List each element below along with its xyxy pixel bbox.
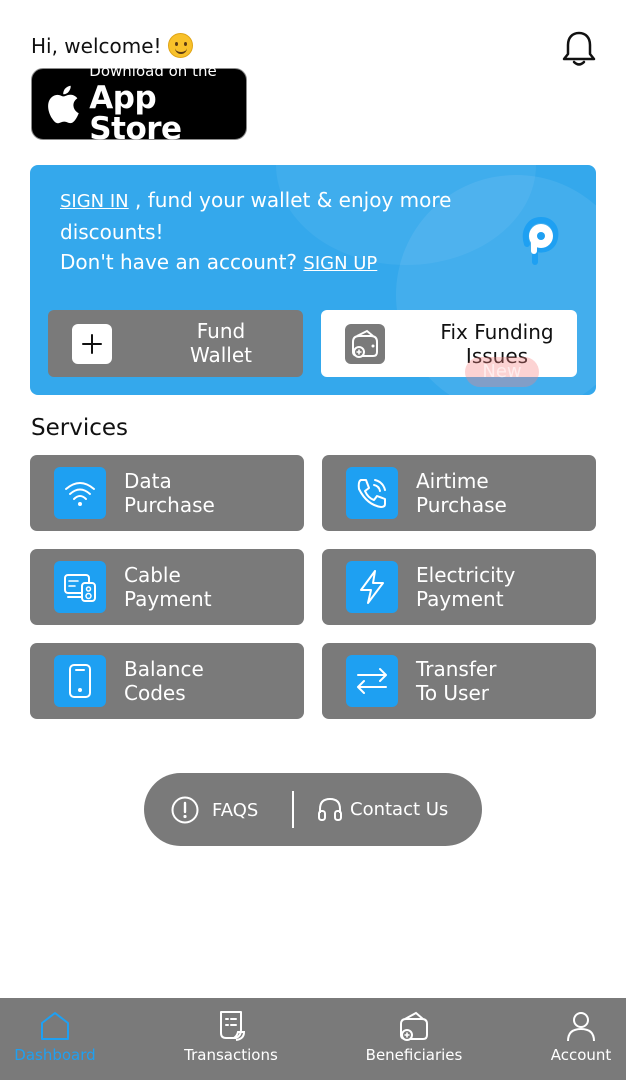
electricity-payment-label: Electricity Payment [416,563,515,611]
transfer-to-user-label: Transfer To User [416,657,496,705]
label-line-1: Transfer [416,657,497,681]
smiling-face-icon [167,33,193,58]
label-line-2: Codes [124,681,186,705]
cable-tv-icon [54,561,106,613]
receipt-icon [220,1011,246,1041]
label-line-1: Electricity [416,563,516,587]
phone-icon [346,467,398,519]
faqs-label: FAQS [212,799,259,821]
info-circle-icon [171,796,199,824]
apple-logo-icon [48,85,79,124]
app-store-big-text: App Store [89,79,182,147]
balance-codes-button[interactable]: Balance Codes [30,643,304,719]
label-line-1: Airtime [416,469,489,493]
cable-payment-button[interactable]: Cable Payment [30,549,304,625]
headphones-icon [318,797,342,821]
user-icon [567,1012,595,1042]
home-icon [41,1012,69,1040]
nav-account[interactable]: Account [544,1008,618,1064]
transfer-icon [346,655,398,707]
label-line-1: Cable [124,563,181,587]
wifi-icon [54,467,106,519]
airtime-purchase-label: Airtime Purchase [416,469,507,517]
label-line-2: Purchase [416,493,507,517]
label-line-1: Data [124,469,172,493]
banner-message: SIGN IN , fund your wallet & enjoy more … [60,185,500,279]
label-line-2: To User [416,681,489,705]
label-line-2: Purchase [124,493,215,517]
transfer-to-user-button[interactable]: Transfer To User [322,643,596,719]
bottom-nav: Dashboard Transactions Beneficiaries Acc… [0,998,626,1080]
services-title: Services [31,415,128,441]
wallet-fix-icon [345,324,385,364]
new-badge: New [465,357,539,387]
help-bar: FAQS Contact Us [144,773,482,846]
contact-us-button[interactable]: Contact Us [316,795,448,823]
airtime-purchase-button[interactable]: Airtime Purchase [322,455,596,531]
fix-funding-button[interactable]: Fix Funding Issues [321,310,577,377]
app-store-badge[interactable]: Download on the App Store [31,63,247,144]
nav-account-label: Account [550,1046,612,1064]
nav-dashboard-label: Dashboard [14,1046,96,1064]
app-store-small-text: Download on the [89,61,217,80]
greeting-text: Hi, welcome! [31,33,162,58]
greeting: Hi, welcome! [31,33,193,58]
fund-wallet-button[interactable]: Fund Wallet [48,310,303,377]
label-line-2: Payment [416,587,504,611]
header: Hi, welcome! Download on the App Store [31,30,596,144]
faqs-button[interactable]: FAQS [170,795,258,825]
nav-transactions[interactable]: Transactions [176,1008,286,1064]
lightning-icon [346,561,398,613]
cable-payment-label: Cable Payment [124,563,212,611]
fund-wallet-label: Fund Wallet [189,319,252,367]
contact-us-label: Contact Us [350,798,449,820]
no-account-text: Don't have an account? [60,250,304,274]
help-divider [292,791,294,828]
sign-in-link[interactable]: SIGN IN [60,191,129,212]
data-purchase-button[interactable]: Data Purchase [30,455,304,531]
nav-dashboard[interactable]: Dashboard [8,1008,102,1064]
mobile-icon [54,655,106,707]
electricity-payment-button[interactable]: Electricity Payment [322,549,596,625]
brand-logo-icon [522,216,559,265]
bell-icon[interactable] [562,30,596,68]
sign-up-link[interactable]: SIGN UP [303,253,377,274]
promo-banner: SIGN IN , fund your wallet & enjoy more … [30,165,596,395]
nav-beneficiaries-label: Beneficiaries [365,1046,463,1064]
balance-codes-label: Balance Codes [124,657,204,705]
plus-icon [72,324,112,364]
nav-beneficiaries[interactable]: Beneficiaries [360,1008,468,1064]
nav-transactions-label: Transactions [184,1046,278,1064]
data-purchase-label: Data Purchase [124,469,215,517]
label-line-1: Balance [124,657,204,681]
wallet-add-icon [400,1011,428,1041]
label-line-2: Payment [124,587,212,611]
